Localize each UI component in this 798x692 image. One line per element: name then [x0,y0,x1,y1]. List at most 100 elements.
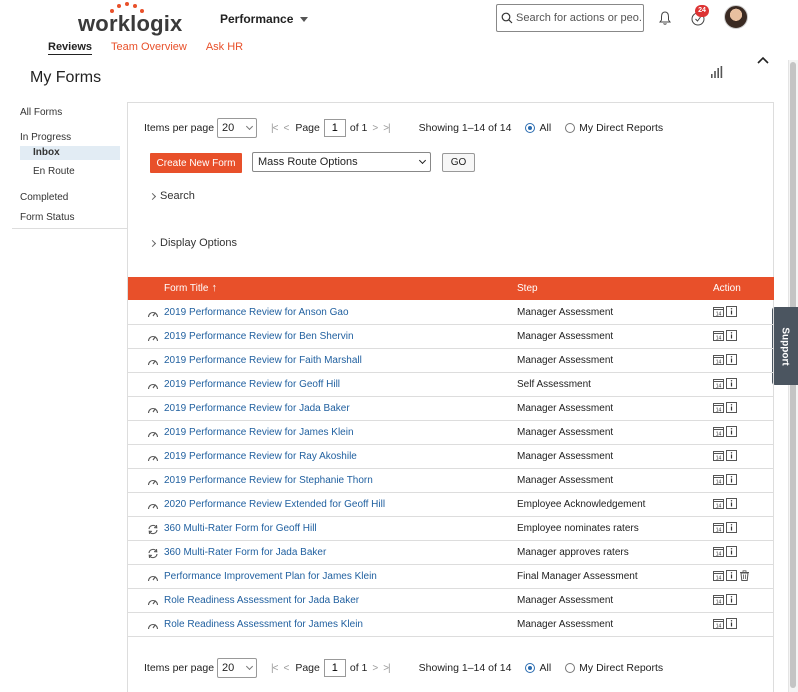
svg-text:14: 14 [716,407,722,413]
subnav-team-overview[interactable]: Team Overview [111,41,187,55]
radio-direct-reports[interactable] [565,663,576,673]
calendar-icon[interactable]: 14 [713,594,724,605]
sidebar-item-inbox[interactable]: Inbox [20,146,120,160]
first-page-icon[interactable]: |< [271,123,279,134]
search-input[interactable] [516,12,642,24]
calendar-icon[interactable]: 14 [713,498,724,509]
items-per-page-select[interactable]: 20 [217,118,258,138]
calendar-icon[interactable]: 14 [713,330,724,341]
page-number-input[interactable] [323,119,346,137]
items-per-page-select[interactable]: 20 [217,658,258,678]
form-title-link[interactable]: 2019 Performance Review for Jada Baker [164,403,350,414]
last-page-icon[interactable]: >| [383,663,391,674]
form-title-link[interactable]: Performance Improvement Plan for James K… [164,571,377,582]
module-switcher[interactable]: Performance [220,12,309,26]
info-icon[interactable] [726,402,737,413]
form-step: Self Assessment [517,379,591,390]
calendar-icon[interactable]: 14 [713,450,724,461]
form-title-link[interactable]: 360 Multi-Rater Form for Jada Baker [164,547,326,558]
collapse-up-icon[interactable] [757,56,769,66]
bell-icon[interactable] [657,10,673,26]
form-title-link[interactable]: 2019 Performance Review for Geoff Hill [164,379,340,390]
user-avatar[interactable] [724,5,748,29]
global-search[interactable] [496,4,644,32]
calendar-icon[interactable]: 14 [713,474,724,485]
bar-chart-icon[interactable] [710,66,724,78]
info-icon[interactable] [726,570,737,581]
go-button[interactable]: GO [442,153,475,172]
info-icon[interactable] [726,474,737,485]
mass-route-select[interactable]: Mass Route Options [252,152,431,172]
form-step: Manager Assessment [517,475,614,486]
next-page-icon[interactable]: > [372,123,378,134]
info-icon[interactable] [726,546,737,557]
form-title-link[interactable]: 2019 Performance Review for Ray Akoshile [164,451,357,462]
form-title-link[interactable]: 2019 Performance Review for Faith Marsha… [164,355,362,366]
radio-all[interactable] [525,663,536,673]
worklogix-logo[interactable]: worklogix [78,2,182,36]
gauge-icon [147,311,159,318]
form-title-link[interactable]: Role Readiness Assessment for James Klei… [164,619,363,630]
prev-page-icon[interactable]: < [283,663,289,674]
info-icon[interactable] [726,426,737,437]
form-title-link[interactable]: 2019 Performance Review for James Klein [164,427,354,438]
form-title-link[interactable]: 360 Multi-Rater Form for Geoff Hill [164,523,317,534]
calendar-icon[interactable]: 14 [713,306,724,317]
column-step[interactable]: Step [517,283,538,294]
display-options-expander[interactable]: Display Options [148,237,237,249]
logo-text: worklogix [78,11,183,36]
calendar-icon[interactable]: 14 [713,354,724,365]
info-icon[interactable] [726,522,737,533]
info-icon[interactable] [726,354,737,365]
calendar-icon[interactable]: 14 [713,402,724,413]
sidebar-item-all-forms[interactable]: All Forms [20,107,62,118]
radio-all[interactable] [525,123,536,133]
svg-text:14: 14 [716,335,722,341]
form-title-link[interactable]: 2019 Performance Review for Anson Gao [164,307,349,318]
info-icon[interactable] [726,498,737,509]
form-title-link[interactable]: Role Readiness Assessment for Jada Baker [164,595,359,606]
info-icon[interactable] [726,450,737,461]
calendar-icon[interactable]: 14 [713,546,724,557]
sidebar-item-completed[interactable]: Completed [20,192,68,203]
table-header: Form Title ↑ Step Action [128,277,774,300]
form-title-link[interactable]: 2020 Performance Review Extended for Geo… [164,499,385,510]
page-label: Page [295,122,320,134]
form-title-link[interactable]: 2019 Performance Review for Ben Shervin [164,331,354,342]
search-expander[interactable]: Search [148,190,195,202]
info-icon[interactable] [726,618,737,629]
column-form-title[interactable]: Form Title ↑ [164,283,217,295]
sort-ascending-icon[interactable]: ↑ [211,283,217,294]
subnav-reviews[interactable]: Reviews [48,41,93,55]
form-step: Manager Assessment [517,355,614,366]
form-title-link[interactable]: 2019 Performance Review for Stephanie Th… [164,475,373,486]
info-icon[interactable] [726,594,737,605]
last-page-icon[interactable]: >| [383,123,391,134]
prev-page-icon[interactable]: < [283,123,289,134]
radio-direct-reports[interactable] [565,123,576,133]
support-tab[interactable]: Support [772,307,798,385]
first-page-icon[interactable]: |< [271,663,279,674]
trash-icon[interactable] [739,570,750,581]
subnav-ask-hr[interactable]: Ask HR [206,41,243,55]
create-new-form-button[interactable]: Create New Form [150,153,242,173]
calendar-icon[interactable]: 14 [713,522,724,533]
gauge-icon [147,383,159,390]
table-row: 2019 Performance Review for James Klein M… [128,421,774,445]
info-icon[interactable] [726,306,737,317]
table-row: 360 Multi-Rater Form for Geoff Hill Emplo… [128,517,774,541]
gauge-icon [147,359,159,366]
calendar-icon[interactable]: 14 [713,426,724,437]
calendar-icon[interactable]: 14 [713,570,724,581]
sidebar-item-in-progress[interactable]: In Progress [20,132,71,143]
page-number-input[interactable] [323,659,346,677]
calendar-icon[interactable]: 14 [713,618,724,629]
next-page-icon[interactable]: > [372,663,378,674]
sidebar-item-form-status[interactable]: Form Status [20,212,74,223]
calendar-icon[interactable]: 14 [713,378,724,389]
info-icon[interactable] [726,330,737,341]
info-icon[interactable] [726,378,737,389]
sidebar-item-en-route[interactable]: En Route [20,165,120,179]
sidebar-divider [12,228,127,229]
table-row: 2019 Performance Review for Ray Akoshile… [128,445,774,469]
